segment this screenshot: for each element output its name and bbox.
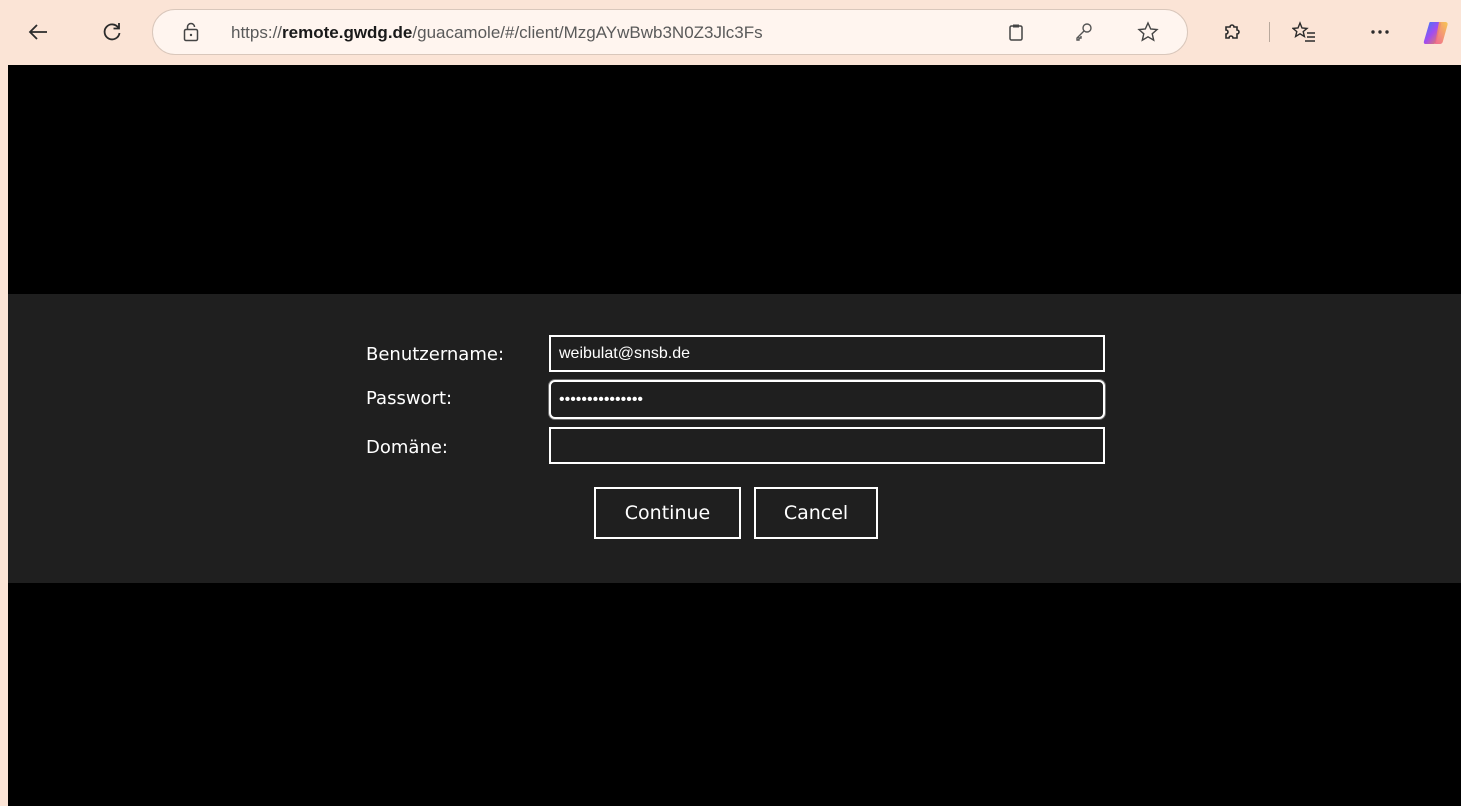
- password-key-button[interactable]: [1073, 21, 1095, 43]
- address-bar[interactable]: https://remote.gwdg.de/guacamole/#/clien…: [152, 9, 1188, 55]
- continue-button[interactable]: Continue: [594, 487, 741, 539]
- favorites-list-icon: [1292, 21, 1315, 42]
- more-icon: [1371, 30, 1389, 34]
- favorite-button[interactable]: [1137, 21, 1159, 43]
- cancel-button[interactable]: Cancel: [754, 487, 878, 539]
- domain-field[interactable]: [549, 427, 1105, 464]
- extensions-icon: [1225, 24, 1240, 39]
- domain-label: Domäne:: [366, 437, 448, 458]
- password-field[interactable]: [549, 380, 1105, 419]
- favorite-star-icon: [1137, 21, 1159, 42]
- password-label: Passwort:: [366, 388, 453, 409]
- key-icon: [1076, 23, 1092, 41]
- username-label: Benutzername:: [366, 344, 505, 365]
- back-icon: [28, 24, 47, 40]
- refresh-button[interactable]: [94, 14, 130, 50]
- clipboard-button[interactable]: [1005, 21, 1027, 43]
- copilot-button[interactable]: [1421, 18, 1451, 48]
- clipboard-icon: [1009, 24, 1023, 41]
- refresh-icon: [103, 23, 121, 41]
- username-field[interactable]: [549, 335, 1105, 372]
- url-path: /guacamole/#/client/MzgAYwBwb3N0Z3Jlc3Fs: [412, 23, 763, 42]
- site-info-icon[interactable]: [181, 22, 201, 42]
- url-prefix: https://: [231, 23, 283, 42]
- browser-toolbar: https://remote.gwdg.de/guacamole/#/clien…: [0, 0, 1461, 64]
- favorites-button[interactable]: [1286, 14, 1322, 50]
- back-button[interactable]: [20, 14, 56, 50]
- extensions-button[interactable]: [1214, 14, 1250, 50]
- toolbar-separator: [1269, 22, 1270, 42]
- more-button[interactable]: [1362, 14, 1398, 50]
- remote-desktop-viewport[interactable]: Benutzername: Passwort: Domäne: Continue…: [8, 65, 1461, 806]
- url-host: remote.gwdg.de: [282, 23, 413, 42]
- login-dialog: Benutzername: Passwort: Domäne: Continue…: [8, 294, 1461, 583]
- url-text: https://remote.gwdg.de/guacamole/#/clien…: [231, 23, 763, 43]
- copilot-icon: [1423, 22, 1448, 44]
